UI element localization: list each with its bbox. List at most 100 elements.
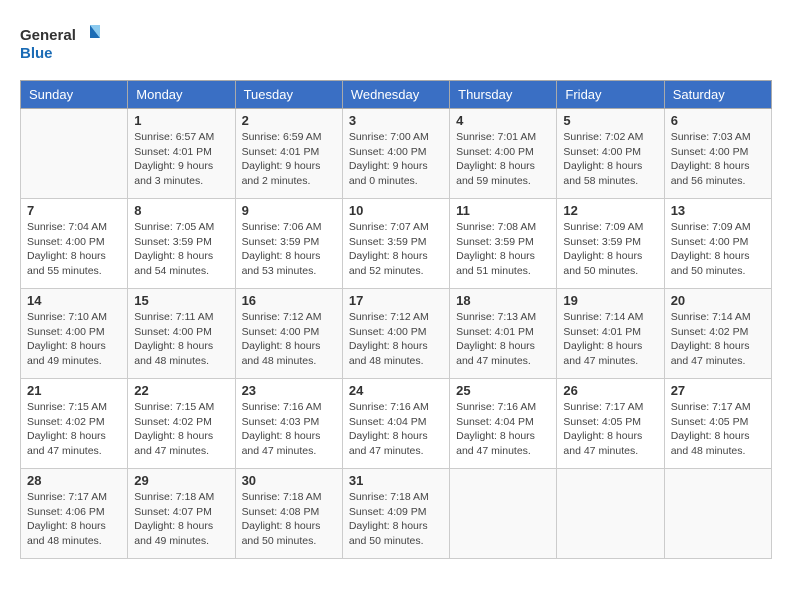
day-number: 12: [563, 203, 657, 218]
calendar-day-cell: 18 Sunrise: 7:13 AMSunset: 4:01 PMDaylig…: [450, 289, 557, 379]
day-number: 27: [671, 383, 765, 398]
calendar-day-cell: 12 Sunrise: 7:09 AMSunset: 3:59 PMDaylig…: [557, 199, 664, 289]
day-number: 24: [349, 383, 443, 398]
day-info: Sunrise: 7:09 AMSunset: 3:59 PMDaylight:…: [563, 220, 657, 279]
day-info: Sunrise: 7:17 AMSunset: 4:06 PMDaylight:…: [27, 490, 121, 549]
calendar-day-cell: 22 Sunrise: 7:15 AMSunset: 4:02 PMDaylig…: [128, 379, 235, 469]
day-info: Sunrise: 7:09 AMSunset: 4:00 PMDaylight:…: [671, 220, 765, 279]
calendar-day-cell: 31 Sunrise: 7:18 AMSunset: 4:09 PMDaylig…: [342, 469, 449, 559]
day-number: 5: [563, 113, 657, 128]
day-number: 6: [671, 113, 765, 128]
day-info: Sunrise: 7:18 AMSunset: 4:07 PMDaylight:…: [134, 490, 228, 549]
day-info: Sunrise: 7:03 AMSunset: 4:00 PMDaylight:…: [671, 130, 765, 189]
day-info: Sunrise: 7:01 AMSunset: 4:00 PMDaylight:…: [456, 130, 550, 189]
weekday-header: Monday: [128, 81, 235, 109]
day-number: 9: [242, 203, 336, 218]
calendar-day-cell: 20 Sunrise: 7:14 AMSunset: 4:02 PMDaylig…: [664, 289, 771, 379]
day-number: 18: [456, 293, 550, 308]
calendar-day-cell: 29 Sunrise: 7:18 AMSunset: 4:07 PMDaylig…: [128, 469, 235, 559]
calendar-day-cell: 16 Sunrise: 7:12 AMSunset: 4:00 PMDaylig…: [235, 289, 342, 379]
day-number: 28: [27, 473, 121, 488]
calendar-day-cell: 1 Sunrise: 6:57 AMSunset: 4:01 PMDayligh…: [128, 109, 235, 199]
calendar-day-cell: 19 Sunrise: 7:14 AMSunset: 4:01 PMDaylig…: [557, 289, 664, 379]
weekday-header: Wednesday: [342, 81, 449, 109]
calendar-day-cell: 23 Sunrise: 7:16 AMSunset: 4:03 PMDaylig…: [235, 379, 342, 469]
day-info: Sunrise: 7:17 AMSunset: 4:05 PMDaylight:…: [563, 400, 657, 459]
day-number: 17: [349, 293, 443, 308]
header-row: SundayMondayTuesdayWednesdayThursdayFrid…: [21, 81, 772, 109]
calendar-week-row: 28 Sunrise: 7:17 AMSunset: 4:06 PMDaylig…: [21, 469, 772, 559]
calendar-day-cell: 11 Sunrise: 7:08 AMSunset: 3:59 PMDaylig…: [450, 199, 557, 289]
calendar-day-cell: [557, 469, 664, 559]
day-number: 7: [27, 203, 121, 218]
calendar-week-row: 14 Sunrise: 7:10 AMSunset: 4:00 PMDaylig…: [21, 289, 772, 379]
calendar-day-cell: [664, 469, 771, 559]
logo: General Blue: [20, 20, 100, 65]
day-info: Sunrise: 7:04 AMSunset: 4:00 PMDaylight:…: [27, 220, 121, 279]
day-info: Sunrise: 7:17 AMSunset: 4:05 PMDaylight:…: [671, 400, 765, 459]
day-number: 31: [349, 473, 443, 488]
day-number: 21: [27, 383, 121, 398]
day-info: Sunrise: 7:12 AMSunset: 4:00 PMDaylight:…: [349, 310, 443, 369]
day-number: 19: [563, 293, 657, 308]
day-number: 11: [456, 203, 550, 218]
weekday-header: Friday: [557, 81, 664, 109]
calendar-day-cell: 10 Sunrise: 7:07 AMSunset: 3:59 PMDaylig…: [342, 199, 449, 289]
calendar-day-cell: 14 Sunrise: 7:10 AMSunset: 4:00 PMDaylig…: [21, 289, 128, 379]
day-info: Sunrise: 7:15 AMSunset: 4:02 PMDaylight:…: [134, 400, 228, 459]
calendar-day-cell: 3 Sunrise: 7:00 AMSunset: 4:00 PMDayligh…: [342, 109, 449, 199]
day-number: 10: [349, 203, 443, 218]
day-info: Sunrise: 7:18 AMSunset: 4:09 PMDaylight:…: [349, 490, 443, 549]
calendar-day-cell: 30 Sunrise: 7:18 AMSunset: 4:08 PMDaylig…: [235, 469, 342, 559]
calendar-day-cell: 26 Sunrise: 7:17 AMSunset: 4:05 PMDaylig…: [557, 379, 664, 469]
calendar-day-cell: [21, 109, 128, 199]
page-header: General Blue: [20, 20, 772, 65]
calendar-day-cell: [450, 469, 557, 559]
weekday-header: Saturday: [664, 81, 771, 109]
day-number: 23: [242, 383, 336, 398]
day-info: Sunrise: 7:05 AMSunset: 3:59 PMDaylight:…: [134, 220, 228, 279]
day-number: 22: [134, 383, 228, 398]
day-info: Sunrise: 7:13 AMSunset: 4:01 PMDaylight:…: [456, 310, 550, 369]
day-number: 29: [134, 473, 228, 488]
calendar-day-cell: 6 Sunrise: 7:03 AMSunset: 4:00 PMDayligh…: [664, 109, 771, 199]
weekday-header: Thursday: [450, 81, 557, 109]
day-info: Sunrise: 7:12 AMSunset: 4:00 PMDaylight:…: [242, 310, 336, 369]
calendar-table: SundayMondayTuesdayWednesdayThursdayFrid…: [20, 80, 772, 559]
calendar-week-row: 1 Sunrise: 6:57 AMSunset: 4:01 PMDayligh…: [21, 109, 772, 199]
day-info: Sunrise: 7:11 AMSunset: 4:00 PMDaylight:…: [134, 310, 228, 369]
day-number: 30: [242, 473, 336, 488]
calendar-day-cell: 17 Sunrise: 7:12 AMSunset: 4:00 PMDaylig…: [342, 289, 449, 379]
day-number: 16: [242, 293, 336, 308]
calendar-day-cell: 25 Sunrise: 7:16 AMSunset: 4:04 PMDaylig…: [450, 379, 557, 469]
calendar-day-cell: 15 Sunrise: 7:11 AMSunset: 4:00 PMDaylig…: [128, 289, 235, 379]
calendar-day-cell: 4 Sunrise: 7:01 AMSunset: 4:00 PMDayligh…: [450, 109, 557, 199]
weekday-header: Tuesday: [235, 81, 342, 109]
calendar-day-cell: 21 Sunrise: 7:15 AMSunset: 4:02 PMDaylig…: [21, 379, 128, 469]
svg-text:General: General: [20, 27, 76, 44]
day-number: 26: [563, 383, 657, 398]
day-info: Sunrise: 6:57 AMSunset: 4:01 PMDaylight:…: [134, 130, 228, 189]
day-info: Sunrise: 6:59 AMSunset: 4:01 PMDaylight:…: [242, 130, 336, 189]
calendar-day-cell: 8 Sunrise: 7:05 AMSunset: 3:59 PMDayligh…: [128, 199, 235, 289]
day-info: Sunrise: 7:14 AMSunset: 4:01 PMDaylight:…: [563, 310, 657, 369]
calendar-day-cell: 27 Sunrise: 7:17 AMSunset: 4:05 PMDaylig…: [664, 379, 771, 469]
day-info: Sunrise: 7:02 AMSunset: 4:00 PMDaylight:…: [563, 130, 657, 189]
day-info: Sunrise: 7:18 AMSunset: 4:08 PMDaylight:…: [242, 490, 336, 549]
day-number: 1: [134, 113, 228, 128]
day-number: 15: [134, 293, 228, 308]
day-number: 14: [27, 293, 121, 308]
day-info: Sunrise: 7:00 AMSunset: 4:00 PMDaylight:…: [349, 130, 443, 189]
logo-svg: General Blue: [20, 20, 100, 65]
day-info: Sunrise: 7:16 AMSunset: 4:03 PMDaylight:…: [242, 400, 336, 459]
day-number: 25: [456, 383, 550, 398]
day-info: Sunrise: 7:08 AMSunset: 3:59 PMDaylight:…: [456, 220, 550, 279]
day-number: 4: [456, 113, 550, 128]
day-number: 13: [671, 203, 765, 218]
weekday-header: Sunday: [21, 81, 128, 109]
calendar-day-cell: 24 Sunrise: 7:16 AMSunset: 4:04 PMDaylig…: [342, 379, 449, 469]
calendar-day-cell: 7 Sunrise: 7:04 AMSunset: 4:00 PMDayligh…: [21, 199, 128, 289]
day-number: 8: [134, 203, 228, 218]
calendar-day-cell: 9 Sunrise: 7:06 AMSunset: 3:59 PMDayligh…: [235, 199, 342, 289]
day-info: Sunrise: 7:07 AMSunset: 3:59 PMDaylight:…: [349, 220, 443, 279]
